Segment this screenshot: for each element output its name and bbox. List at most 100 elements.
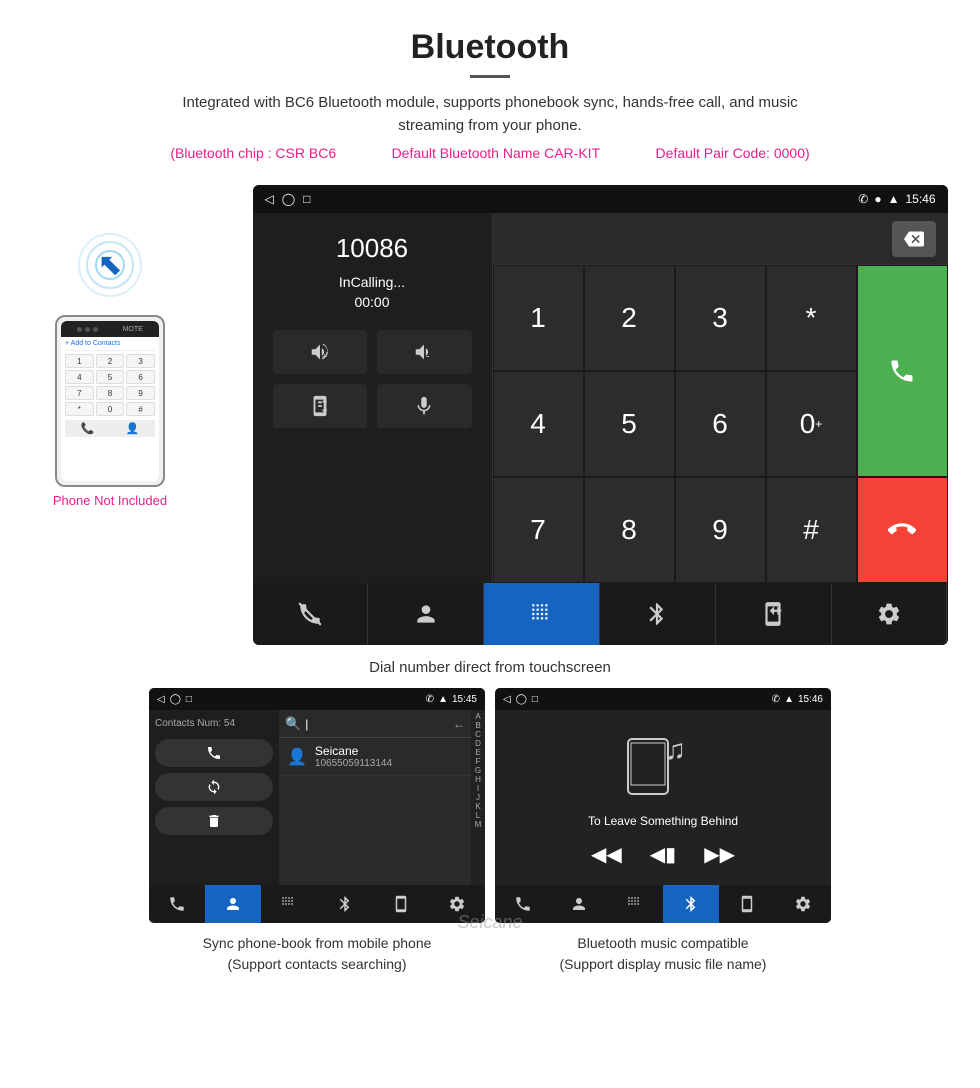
phone-mock-status-bar: MOTE bbox=[61, 321, 159, 337]
phone-key-5: 5 bbox=[96, 370, 125, 384]
pb-nav-transfer[interactable] bbox=[373, 885, 429, 923]
phone-dot-1 bbox=[77, 327, 82, 332]
pb-nav-bt-icon bbox=[336, 895, 354, 913]
key-hash-button[interactable]: # bbox=[766, 477, 857, 583]
signal-icon: ✆ bbox=[858, 192, 868, 206]
mute-button[interactable] bbox=[377, 384, 472, 428]
key-2-button[interactable]: 2 bbox=[584, 265, 675, 371]
key-6-button[interactable]: 6 bbox=[675, 371, 766, 477]
dial-status: InCalling... bbox=[339, 274, 405, 290]
spec-pair: Default Pair Code: 0000) bbox=[656, 145, 810, 161]
backspace-button[interactable] bbox=[892, 221, 936, 257]
nav-phone-item[interactable] bbox=[253, 583, 369, 645]
page-header: Bluetooth Integrated with BC6 Bluetooth … bbox=[0, 0, 980, 185]
pb-back-icon: ◁ bbox=[157, 694, 165, 705]
phone-key-2: 2 bbox=[96, 354, 125, 368]
nav-settings-item[interactable] bbox=[832, 583, 948, 645]
key-3-button[interactable]: 3 bbox=[675, 265, 766, 371]
pb-nav-phone[interactable] bbox=[149, 885, 205, 923]
phonebook-bottom-nav bbox=[149, 885, 485, 923]
phone-add-contacts-label: + Add to Contacts bbox=[65, 340, 155, 351]
pb-trash-icon bbox=[206, 813, 222, 829]
music-nav-phone[interactable] bbox=[495, 885, 551, 923]
music-nav-contacts-icon bbox=[570, 895, 588, 913]
alpha-index-sidebar: A B C D E F G H I J K L M bbox=[471, 710, 485, 885]
volume-down-button[interactable]: - bbox=[377, 330, 472, 374]
nav-home-icon: ◯ bbox=[282, 192, 295, 206]
music-artwork-area: ♫ bbox=[623, 729, 703, 804]
phone-key-4: 4 bbox=[65, 370, 94, 384]
music-back-icon: ◁ bbox=[503, 694, 511, 705]
nav-transfer-item[interactable] bbox=[716, 583, 832, 645]
phone-key-7: 7 bbox=[65, 386, 94, 400]
pb-delete-button[interactable] bbox=[155, 807, 273, 835]
search-row: 🔍 | ← bbox=[279, 710, 471, 738]
contact-name: Seicane bbox=[315, 744, 392, 758]
phone-mock-dots bbox=[77, 327, 98, 332]
music-prev-button[interactable]: ◀◀ bbox=[591, 842, 622, 867]
key-9-button[interactable]: 9 bbox=[675, 477, 766, 583]
pb-nav-settings[interactable] bbox=[429, 885, 485, 923]
pb-status-left: ◁ ◯ □ bbox=[157, 694, 192, 705]
header-specs: (Bluetooth chip : CSR BC6 Default Blueto… bbox=[0, 145, 980, 161]
volume-up-icon: + bbox=[309, 341, 331, 363]
pb-nav-settings-icon bbox=[448, 895, 466, 913]
music-caption-line1: Bluetooth music compatible bbox=[577, 935, 748, 951]
svg-text:-: - bbox=[426, 350, 430, 362]
status-bar-left: ◁ ◯ □ bbox=[265, 192, 311, 206]
spec-chip: (Bluetooth chip : CSR BC6 bbox=[170, 145, 336, 161]
pb-nav-keypad[interactable] bbox=[261, 885, 317, 923]
location-icon: ● bbox=[874, 192, 881, 206]
music-next-button[interactable]: ▶▶ bbox=[704, 842, 735, 867]
call-end-button[interactable] bbox=[857, 477, 948, 583]
music-nav-settings[interactable] bbox=[775, 885, 831, 923]
key-0plus-button[interactable]: 0+ bbox=[766, 371, 857, 477]
pb-nav-bluetooth[interactable] bbox=[317, 885, 373, 923]
phonebook-caption-line2: (Support contacts searching) bbox=[228, 956, 407, 972]
pb-nav-contacts[interactable] bbox=[205, 885, 261, 923]
main-status-bar: ◁ ◯ □ ✆ ● ▲ 15:46 bbox=[253, 185, 948, 213]
music-next-start-button[interactable]: ◀▮ bbox=[650, 842, 676, 867]
pb-wifi-icon: ▲ bbox=[438, 694, 448, 705]
call-answer-button[interactable] bbox=[857, 265, 948, 477]
nav-keypad-item[interactable] bbox=[484, 583, 600, 645]
phone-mock-screen: MOTE + Add to Contacts 1 2 3 4 5 6 7 8 bbox=[61, 321, 159, 481]
music-nav-keypad-icon bbox=[626, 895, 644, 913]
volume-up-button[interactable]: + bbox=[273, 330, 368, 374]
nav-contacts-icon bbox=[413, 601, 439, 627]
key-7-button[interactable]: 7 bbox=[493, 477, 584, 583]
key-star-button[interactable]: * bbox=[766, 265, 857, 371]
music-content-area: ♫ To Leave Something Behind ◀◀ ◀▮ ▶▶ bbox=[495, 710, 831, 885]
music-nav-contacts[interactable] bbox=[551, 885, 607, 923]
bluetooth-symbol-icon: ⬉ bbox=[97, 248, 122, 283]
dial-area: 10086 InCalling... 00:00 + bbox=[253, 213, 948, 583]
svg-text:♫: ♫ bbox=[665, 734, 686, 765]
phone-not-included-label: Phone Not Included bbox=[53, 493, 167, 508]
key-4-button[interactable]: 4 bbox=[493, 371, 584, 477]
pb-sync-button[interactable] bbox=[155, 773, 273, 801]
dial-controls-grid: + - bbox=[263, 330, 482, 428]
transfer-call-button[interactable] bbox=[273, 384, 368, 428]
phone-call-icon: 📞 bbox=[81, 422, 95, 435]
music-nav-keypad[interactable] bbox=[607, 885, 663, 923]
music-caption-box: Bluetooth music compatible (Support disp… bbox=[495, 933, 831, 975]
music-status-right: ✆ ▲ 15:46 bbox=[772, 694, 823, 705]
key-5-button[interactable]: 5 bbox=[584, 371, 675, 477]
music-phone-note-icon: ♫ bbox=[623, 729, 703, 799]
key-1-button[interactable]: 1 bbox=[493, 265, 584, 371]
key-8-button[interactable]: 8 bbox=[584, 477, 675, 583]
phone-contacts-icon: 👤 bbox=[126, 422, 140, 435]
contact-list-item[interactable]: 👤 Seicane 10655059113144 bbox=[279, 738, 471, 776]
nav-contacts-item[interactable] bbox=[368, 583, 484, 645]
nav-bluetooth-item[interactable] bbox=[600, 583, 716, 645]
music-nav-phone-icon bbox=[514, 895, 532, 913]
search-cursor[interactable]: | bbox=[305, 717, 453, 731]
main-android-screen: ◁ ◯ □ ✆ ● ▲ 15:46 10086 bbox=[253, 185, 948, 645]
nav-phone-icon bbox=[297, 601, 323, 627]
music-caption-line2: (Support display music file name) bbox=[560, 956, 767, 972]
music-nav-bluetooth[interactable] bbox=[663, 885, 719, 923]
nav-keypad-icon bbox=[529, 601, 555, 627]
pb-call-button[interactable] bbox=[155, 739, 273, 767]
music-nav-transfer[interactable] bbox=[719, 885, 775, 923]
phone-key-1: 1 bbox=[65, 354, 94, 368]
